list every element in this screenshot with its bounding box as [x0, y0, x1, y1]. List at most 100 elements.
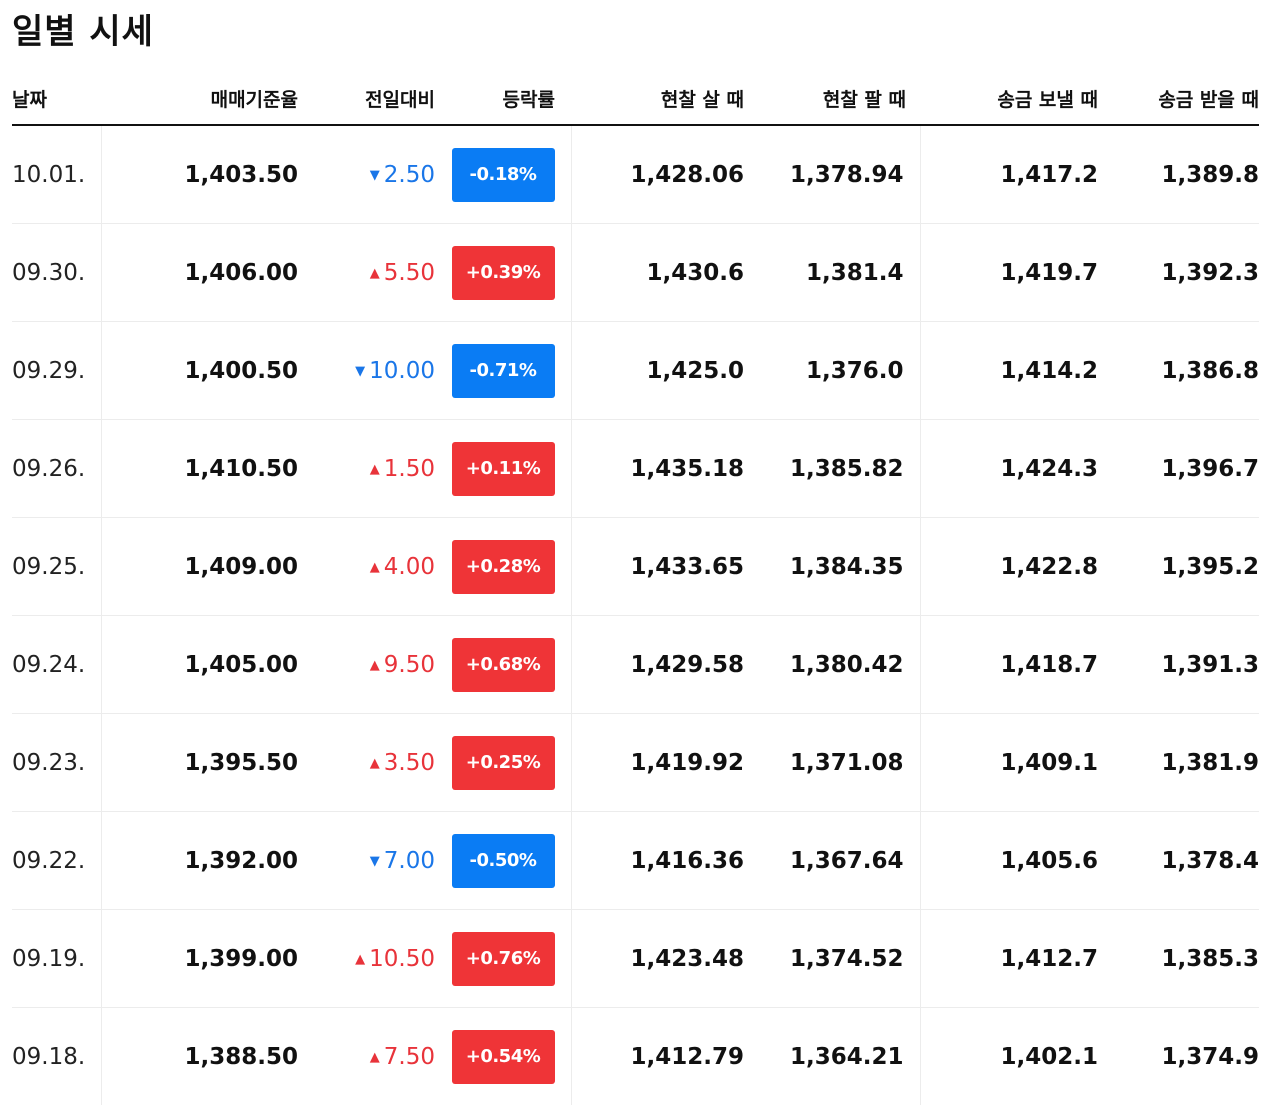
- cell-change: ▼ 10.00: [298, 322, 435, 420]
- table-row: 09.29.1,400.50▼10.00-0.71%1,425.01,376.0…: [12, 322, 1259, 420]
- cell-send: 1,405.6: [920, 812, 1098, 910]
- cell-change-rate: +0.76%: [435, 910, 571, 1008]
- table-row: 09.26.1,410.50 ▲1.50+0.11%1,435.181,385.8…: [12, 420, 1259, 518]
- cell-cash-buy: 1,429.58: [571, 616, 744, 714]
- table-row: 09.19.1,399.00▲10.50+0.76%1,423.481,374.…: [12, 910, 1259, 1008]
- header-cash-sell: 현찰 팔 때: [744, 72, 920, 125]
- change-value: ▲4.00: [370, 554, 435, 580]
- table-row: 09.24.1,405.00▲9.50+0.68%1,429.581,380.4…: [12, 616, 1259, 714]
- cell-base-rate: 1,400.50: [101, 322, 298, 420]
- header-change: 전일대비: [298, 72, 435, 125]
- cell-change: ▼ 7.00: [298, 812, 435, 910]
- cell-base-rate: 1,410.50: [101, 420, 298, 518]
- cell-base-rate: 1,409.00: [101, 518, 298, 616]
- cell-send: 1,409.1: [920, 714, 1098, 812]
- triangle-up-icon: ▲: [370, 756, 380, 771]
- change-amount: 9.50: [384, 652, 435, 678]
- header-cash-buy: 현찰 살 때: [571, 72, 744, 125]
- change-rate-badge: -0.18%: [452, 148, 555, 202]
- cell-send: 1,419.7: [920, 224, 1098, 322]
- cell-send: 1,424.3: [920, 420, 1098, 518]
- cell-receive: 1,391.3: [1098, 616, 1259, 714]
- cell-change-rate: -0.50%: [435, 812, 571, 910]
- change-rate-badge: +0.28%: [452, 540, 555, 594]
- cell-change-rate: +0.28%: [435, 518, 571, 616]
- header-send: 송금 보낼 때: [920, 72, 1098, 125]
- change-amount: 1.50: [384, 456, 435, 482]
- cell-change: ▲ 7.50: [298, 1008, 435, 1105]
- cell-cash-buy: 1,423.48: [571, 910, 744, 1008]
- triangle-up-icon: ▲: [370, 658, 380, 673]
- cell-date: 09.19.: [12, 910, 101, 1008]
- cell-date: 09.26.: [12, 420, 101, 518]
- change-amount: 10.00: [369, 358, 435, 384]
- table-body: 10.01.1,403.50▼2.50-0.18%1,428.061,378.9…: [12, 125, 1259, 1105]
- change-rate-badge: +0.25%: [452, 736, 555, 790]
- cell-cash-sell: 1,378.94: [744, 125, 920, 224]
- cell-date: 09.23.: [12, 714, 101, 812]
- cell-cash-sell: 1,376.0: [744, 322, 920, 420]
- table-row: 10.01.1,403.50▼2.50-0.18%1,428.061,378.9…: [12, 125, 1259, 224]
- page-title: 일별 시세: [12, 10, 154, 54]
- change-value: ▲5.50: [370, 260, 435, 286]
- cell-cash-buy: 1,435.18: [571, 420, 744, 518]
- cell-change: ▲4.00: [298, 518, 435, 616]
- cell-cash-buy: 1,433.65: [571, 518, 744, 616]
- cell-base-rate: 1,395.50: [101, 714, 298, 812]
- cell-change: ▲3.50: [298, 714, 435, 812]
- cell-receive: 1,378.4: [1098, 812, 1259, 910]
- cell-base-rate: 1,399.00: [101, 910, 298, 1008]
- cell-change-rate: -0.71%: [435, 322, 571, 420]
- triangle-up-icon: ▲: [370, 1050, 380, 1065]
- cell-cash-sell: 1,385.82: [744, 420, 920, 518]
- change-rate-badge: -0.50%: [452, 834, 555, 888]
- cell-cash-sell: 1,374.52: [744, 910, 920, 1008]
- cell-cash-sell: 1,381.4: [744, 224, 920, 322]
- triangle-up-icon: ▲: [370, 560, 380, 575]
- cell-date: 09.22.: [12, 812, 101, 910]
- cell-date: 10.01.: [12, 125, 101, 224]
- cell-change-rate: +0.11%: [435, 420, 571, 518]
- header-receive: 송금 받을 때: [1098, 72, 1259, 125]
- cell-change: ▲ 9.50: [298, 616, 435, 714]
- change-value: ▲ 7.50: [370, 1044, 435, 1070]
- cell-change: ▲1.50: [298, 420, 435, 518]
- cell-cash-buy: 1,412.79: [571, 1008, 744, 1105]
- cell-change: ▲5.50: [298, 224, 435, 322]
- triangle-down-icon: ▼: [370, 854, 380, 869]
- header-change-rate: 등락률: [435, 72, 571, 125]
- cell-base-rate: 1,406.00: [101, 224, 298, 322]
- triangle-up-icon: ▲: [355, 952, 365, 967]
- cell-date: 09.30.: [12, 224, 101, 322]
- cell-cash-buy: 1,419.92: [571, 714, 744, 812]
- daily-price-page: 일별 시세 날짜 매매기준율 전일대비 등락률 현찰 살 때 현찰 팔 때 송금…: [0, 0, 1280, 1078]
- cell-send: 1,418.7: [920, 616, 1098, 714]
- cell-send: 1,414.2: [920, 322, 1098, 420]
- cell-cash-sell: 1,384.35: [744, 518, 920, 616]
- cell-send: 1,422.8: [920, 518, 1098, 616]
- change-amount: 7.50: [384, 1044, 435, 1070]
- cell-date: 09.29.: [12, 322, 101, 420]
- cell-cash-sell: 1,364.21: [744, 1008, 920, 1105]
- table-row: 09.22.1,392.00▼7.00-0.50%1,416.361,367.6…: [12, 812, 1259, 910]
- change-value: ▲ 9.50: [370, 652, 435, 678]
- cell-cash-buy: 1,428.06: [571, 125, 744, 224]
- cell-cash-buy: 1,416.36: [571, 812, 744, 910]
- cell-receive: 1,381.9: [1098, 714, 1259, 812]
- change-amount: 7.00: [384, 848, 435, 874]
- change-value: ▼ 10.00: [355, 358, 435, 384]
- change-amount: 2.50: [384, 162, 435, 188]
- triangle-down-icon: ▼: [355, 364, 365, 379]
- cell-date: 09.24.: [12, 616, 101, 714]
- change-rate-badge: +0.39%: [452, 246, 555, 300]
- cell-date: 09.25.: [12, 518, 101, 616]
- change-rate-badge: +0.54%: [452, 1030, 555, 1084]
- daily-price-table: 날짜 매매기준율 전일대비 등락률 현찰 살 때 현찰 팔 때 송금 보낼 때 …: [12, 72, 1259, 1105]
- table-row: 09.25.1,409.00 ▲4.00 +0.28% 1,433.651,384.3…: [12, 518, 1259, 616]
- cell-cash-sell: 1,371.08: [744, 714, 920, 812]
- table-row: 09.23.1,395.50▲3.50 +0.25% 1,419.921,371.0…: [12, 714, 1259, 812]
- table-row: 09.18.1,388.50▲7.50+0.54%1,412.791,364.2…: [12, 1008, 1259, 1105]
- cell-cash-sell: 1,367.64: [744, 812, 920, 910]
- change-value: ▲1.50: [370, 456, 435, 482]
- cell-change-rate: -0.18%: [435, 125, 571, 224]
